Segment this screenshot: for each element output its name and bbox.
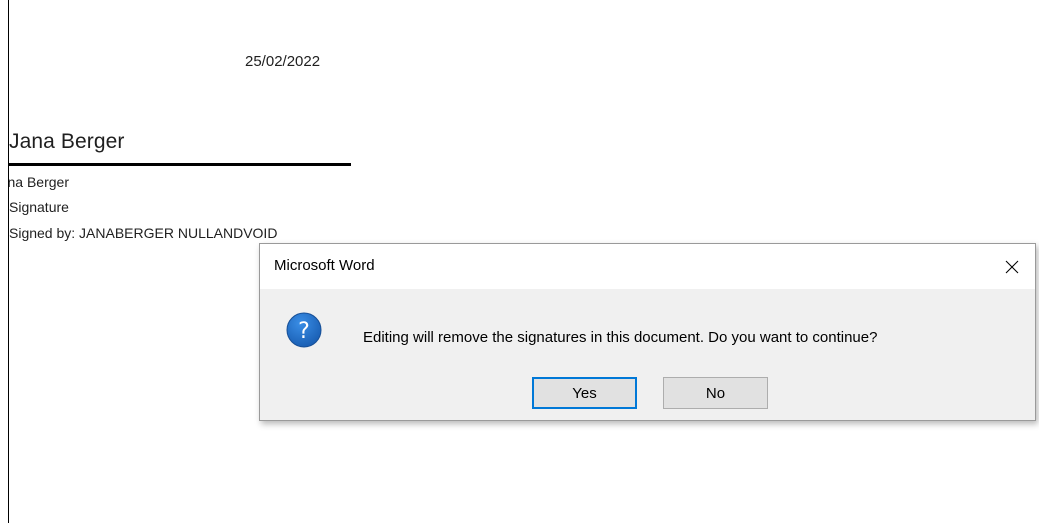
signature-title-text: Signature [9,199,69,215]
close-icon [1005,260,1019,273]
close-button[interactable] [989,244,1035,289]
dialog-message: Editing will remove the signatures in th… [363,329,878,346]
signature-signed-by-line: Signed by: JANABERGER NULLANDVOID [9,225,284,241]
page-left-edge [8,0,9,523]
document-date: 25/02/2022 [245,53,321,70]
signature-line [9,163,351,166]
no-button[interactable]: No [663,377,768,409]
dialog-titlebar[interactable]: Microsoft Word [260,244,1035,289]
signature-title-line: Signature [9,199,89,215]
signature-signed-by-text: Signed by: JANABERGER NULLANDVOID [9,225,278,241]
signature-name-text: Jana Berger [9,130,125,153]
yes-button[interactable]: Yes [532,377,637,409]
signature-signer-text: Jana Berger [9,174,69,190]
signature-name: Jana Berger [0,130,352,154]
svg-text:?: ? [298,319,310,344]
question-icon: ? [286,312,322,348]
dialog-title: Microsoft Word [274,257,375,274]
confirm-dialog: Microsoft Word ? Editing will remove the… [259,243,1036,421]
signature-signer-line: Jana Berger [9,174,69,190]
